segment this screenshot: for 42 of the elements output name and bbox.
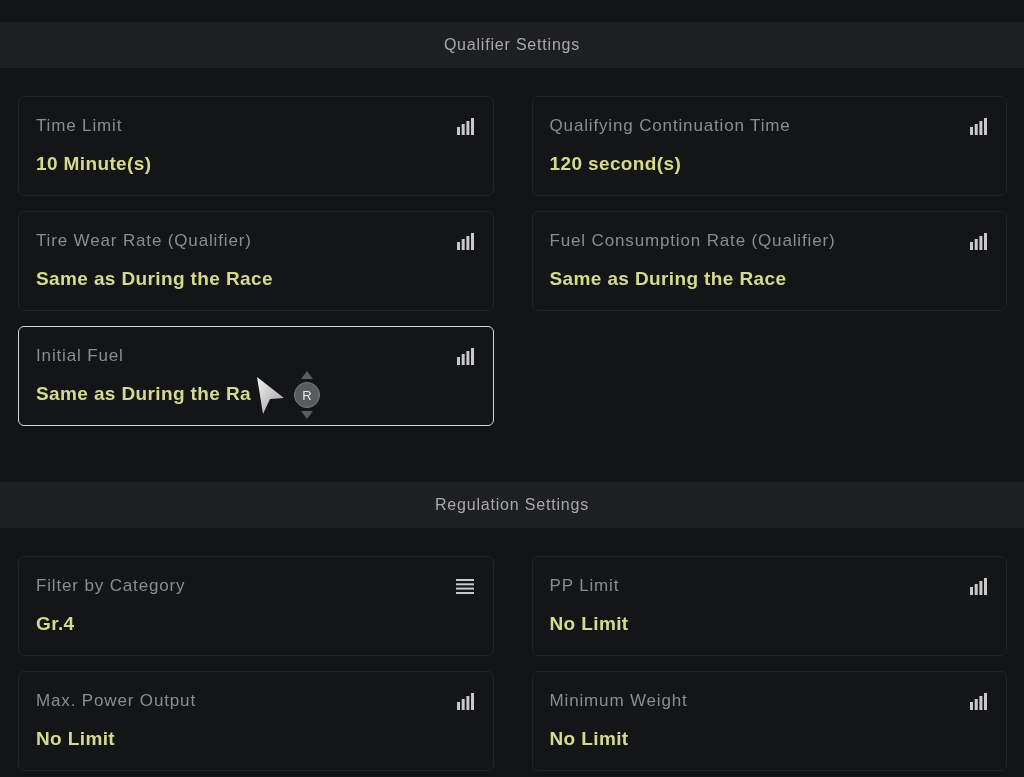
level-bars-icon [970, 232, 987, 250]
level-bars-icon [456, 117, 474, 135]
setting-value: Same as During the Race [36, 267, 273, 291]
setting-card[interactable]: Fuel Consumption Rate (Qualifier) Same as During the Race [531, 211, 1007, 311]
level-bars-icon [456, 347, 474, 365]
section-title: Regulation Settings [435, 495, 589, 515]
setting-value: 120 second(s) [549, 152, 682, 176]
r-button-hint: R [294, 382, 320, 408]
section-title: Qualifier Settings [443, 35, 581, 55]
setting-card[interactable]: Time Limit 10 Minute(s) [18, 96, 494, 196]
setting-card[interactable]: Tire Wear Rate (Qualifier) Same as During the Race [18, 211, 494, 311]
setting-value: Gr.4 [36, 612, 75, 636]
level-bars-icon [970, 577, 987, 595]
setting-card[interactable]: Filter by Category Gr.4 [18, 556, 494, 656]
down-triangle-icon [301, 411, 313, 419]
setting-card[interactable]: Initial Fuel Same as During the Ra R [18, 326, 494, 426]
setting-value: No Limit [549, 612, 629, 636]
setting-card[interactable]: PP Limit No Limit [531, 556, 1007, 656]
setting-card[interactable]: Max. Power Output No Limit [18, 671, 494, 771]
setting-label: Max. Power Output [36, 691, 196, 711]
up-triangle-icon [301, 371, 313, 379]
list-icon [455, 578, 474, 594]
setting-label: Qualifying Continuation Time [549, 116, 791, 136]
pointer-cursor-icon [257, 377, 284, 414]
setting-value: No Limit [549, 727, 629, 751]
setting-label: Fuel Consumption Rate (Qualifier) [549, 231, 836, 251]
setting-card[interactable]: Qualifying Continuation Time 120 second(s) [531, 96, 1007, 196]
level-bars-icon [970, 117, 987, 135]
setting-value: No Limit [36, 727, 116, 751]
setting-card[interactable]: Minimum Weight No Limit [531, 671, 1007, 771]
setting-label: Initial Fuel [36, 346, 124, 366]
setting-label: PP Limit [549, 576, 620, 596]
setting-value: 10 Minute(s) [36, 152, 152, 176]
setting-label: Tire Wear Rate (Qualifier) [36, 231, 252, 251]
level-bars-icon [970, 692, 987, 710]
setting-value: Same as During the Race [549, 267, 787, 291]
setting-label: Filter by Category [36, 576, 186, 596]
setting-value: Same as During the Ra [36, 382, 251, 406]
setting-label: Minimum Weight [549, 691, 688, 711]
setting-label: Time Limit [36, 116, 123, 136]
level-bars-icon [456, 692, 474, 710]
level-bars-icon [456, 232, 474, 250]
